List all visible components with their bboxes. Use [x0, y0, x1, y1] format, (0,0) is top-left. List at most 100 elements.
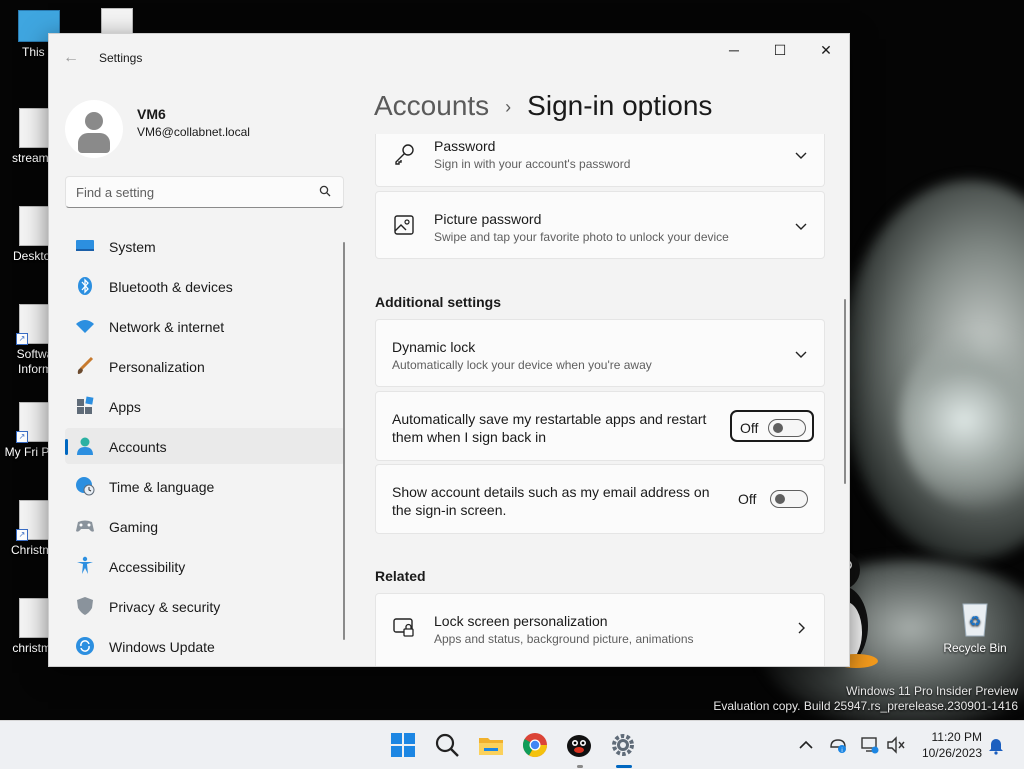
- chevron-up-icon[interactable]: [796, 735, 816, 755]
- lock-screen-card[interactable]: Lock screen personalization Apps and sta…: [375, 593, 825, 666]
- user-name: VM6: [137, 106, 166, 122]
- picture-password-desc: Swipe and tap your favorite photo to unl…: [434, 230, 729, 244]
- sidebar-item-windows-update[interactable]: Windows Update: [65, 628, 345, 664]
- file-explorer-icon[interactable]: [477, 731, 505, 759]
- network-status-icon[interactable]: i: [828, 735, 848, 755]
- sidebar-nav: System Bluetooth & devices Network & int…: [65, 228, 345, 666]
- sidebar-item-bluetooth[interactable]: Bluetooth & devices: [65, 268, 345, 304]
- account-details-line-1: Show account details such as my email ad…: [392, 484, 710, 500]
- picture-password-title: Picture password: [434, 211, 542, 227]
- key-icon: [395, 144, 414, 165]
- close-button[interactable]: ✕: [803, 34, 849, 66]
- lock-screen-icon: [393, 618, 414, 637]
- clock[interactable]: 11:20 PM 10/26/2023: [922, 729, 982, 761]
- recycle-bin-label: Recycle Bin: [943, 641, 1007, 655]
- account-details-toggle-group[interactable]: Off: [730, 483, 814, 515]
- sidebar-scrollbar[interactable]: [343, 242, 345, 640]
- sidebar-item-privacy-security[interactable]: Privacy & security: [65, 588, 345, 624]
- sidebar-item-accessibility[interactable]: Accessibility: [65, 548, 345, 584]
- search-icon: [319, 185, 331, 197]
- bluetooth-icon: [78, 277, 92, 295]
- password-desc: Sign in with your account's password: [434, 157, 631, 171]
- globe-clock-icon: [76, 477, 95, 496]
- window-title: Settings: [99, 51, 143, 65]
- back-arrow-icon[interactable]: ←: [61, 48, 81, 68]
- search-icon[interactable]: [433, 731, 461, 759]
- sidebar-item-label: Network & internet: [109, 319, 225, 335]
- settings-icon[interactable]: [609, 731, 637, 759]
- avatar: [65, 100, 123, 158]
- account-details-line-2: the sign-in screen.: [392, 502, 507, 518]
- dynamic-lock-title: Dynamic lock: [392, 339, 476, 355]
- sidebar-item-label: Accessibility: [109, 559, 186, 575]
- sidebar-item-label: Apps: [109, 399, 141, 415]
- svg-text:i: i: [841, 748, 842, 754]
- apps-icon: [77, 396, 94, 414]
- related-heading: Related: [375, 568, 426, 584]
- user-email: VM6@collabnet.local: [137, 125, 250, 139]
- toggle-knob: [773, 423, 783, 433]
- brush-icon: [77, 356, 94, 374]
- sidebar-item-system[interactable]: System: [65, 228, 345, 264]
- avatar-head-icon: [85, 112, 103, 130]
- account-details-toggle[interactable]: [770, 490, 808, 508]
- chevron-right-icon[interactable]: [794, 621, 808, 635]
- accounts-icon: [77, 437, 93, 455]
- restart-apps-toggle[interactable]: [768, 419, 806, 437]
- watermark-line-2: Evaluation copy. Build 25947.rs_prerelea…: [713, 699, 1018, 713]
- maximize-button[interactable]: ☐: [757, 34, 803, 66]
- display-icon[interactable]: [860, 735, 880, 755]
- chrome-icon[interactable]: [521, 731, 549, 759]
- toggle-knob: [775, 494, 785, 504]
- chevron-down-icon[interactable]: [794, 219, 808, 233]
- start-icon[interactable]: [389, 731, 417, 759]
- shortcut-file-icon: ↗: [16, 304, 51, 345]
- settings-window: ← Settings ─ ☐ ✕ VM6 VM6@collabnet.local…: [48, 33, 850, 667]
- password-card[interactable]: Password Sign in with your account's pas…: [375, 134, 825, 187]
- sidebar-item-personalization[interactable]: Personalization: [65, 348, 345, 384]
- notification-bell-icon[interactable]: [986, 735, 1006, 755]
- chevron-down-icon[interactable]: [794, 347, 808, 361]
- sidebar-item-network[interactable]: Network & internet: [65, 308, 345, 344]
- gamepad-icon: [76, 520, 94, 532]
- system-icon: [76, 240, 94, 251]
- pingu-app-icon[interactable]: [565, 731, 593, 759]
- chevron-down-icon[interactable]: [794, 148, 808, 162]
- breadcrumb-parent[interactable]: Accounts: [374, 90, 489, 121]
- recycle-bin[interactable]: ♻ Recycle Bin: [940, 598, 1010, 656]
- sidebar-item-time-language[interactable]: Time & language: [65, 468, 345, 504]
- recycle-bin-icon: ♻: [962, 603, 988, 637]
- clock-date: 10/26/2023: [921, 746, 982, 760]
- breadcrumb: Accounts › Sign-in options: [374, 90, 712, 122]
- search-placeholder: Find a setting: [76, 185, 155, 200]
- sidebar-item-apps[interactable]: Apps: [65, 388, 345, 424]
- lock-screen-desc: Apps and status, background picture, ani…: [434, 632, 694, 646]
- sidebar-item-label: Gaming: [109, 519, 159, 535]
- svg-text:♻: ♻: [969, 613, 982, 629]
- windows-watermark: Windows 11 Pro Insider Preview Evaluatio…: [713, 684, 1018, 714]
- sidebar-item-label: System: [109, 239, 156, 255]
- file-icon: [19, 206, 51, 246]
- sidebar-item-accounts[interactable]: Accounts: [65, 428, 345, 464]
- dynamic-lock-desc: Automatically lock your device when you'…: [392, 358, 652, 372]
- sidebar-item-gaming[interactable]: Gaming: [65, 508, 345, 544]
- sidebar-item-label: Personalization: [109, 359, 205, 375]
- sidebar-item-label: Privacy & security: [109, 599, 221, 615]
- title-bar[interactable]: ← Settings ─ ☐ ✕: [49, 34, 849, 82]
- volume-muted-icon[interactable]: [886, 735, 906, 755]
- shortcut-file-icon: ↗: [16, 500, 51, 541]
- minimize-button[interactable]: ─: [711, 34, 757, 66]
- shortcut-arrow-icon: ↗: [16, 529, 28, 541]
- additional-settings-heading: Additional settings: [375, 294, 501, 310]
- toggle-state-label: Off: [738, 491, 757, 507]
- picture-password-card[interactable]: Picture password Swipe and tap your favo…: [375, 191, 825, 259]
- dynamic-lock-card[interactable]: Dynamic lock Automatically lock your dev…: [375, 319, 825, 387]
- restart-apps-toggle-group[interactable]: Off: [730, 410, 814, 442]
- update-icon: [76, 637, 94, 655]
- restart-apps-line-2: them when I sign back in: [392, 429, 547, 445]
- account-details-card: Show account details such as my email ad…: [375, 464, 825, 534]
- toggle-state-label: Off: [740, 420, 759, 436]
- lock-screen-title: Lock screen personalization: [434, 613, 608, 629]
- content-scrollbar[interactable]: [844, 299, 846, 484]
- search-input[interactable]: Find a setting: [65, 176, 344, 208]
